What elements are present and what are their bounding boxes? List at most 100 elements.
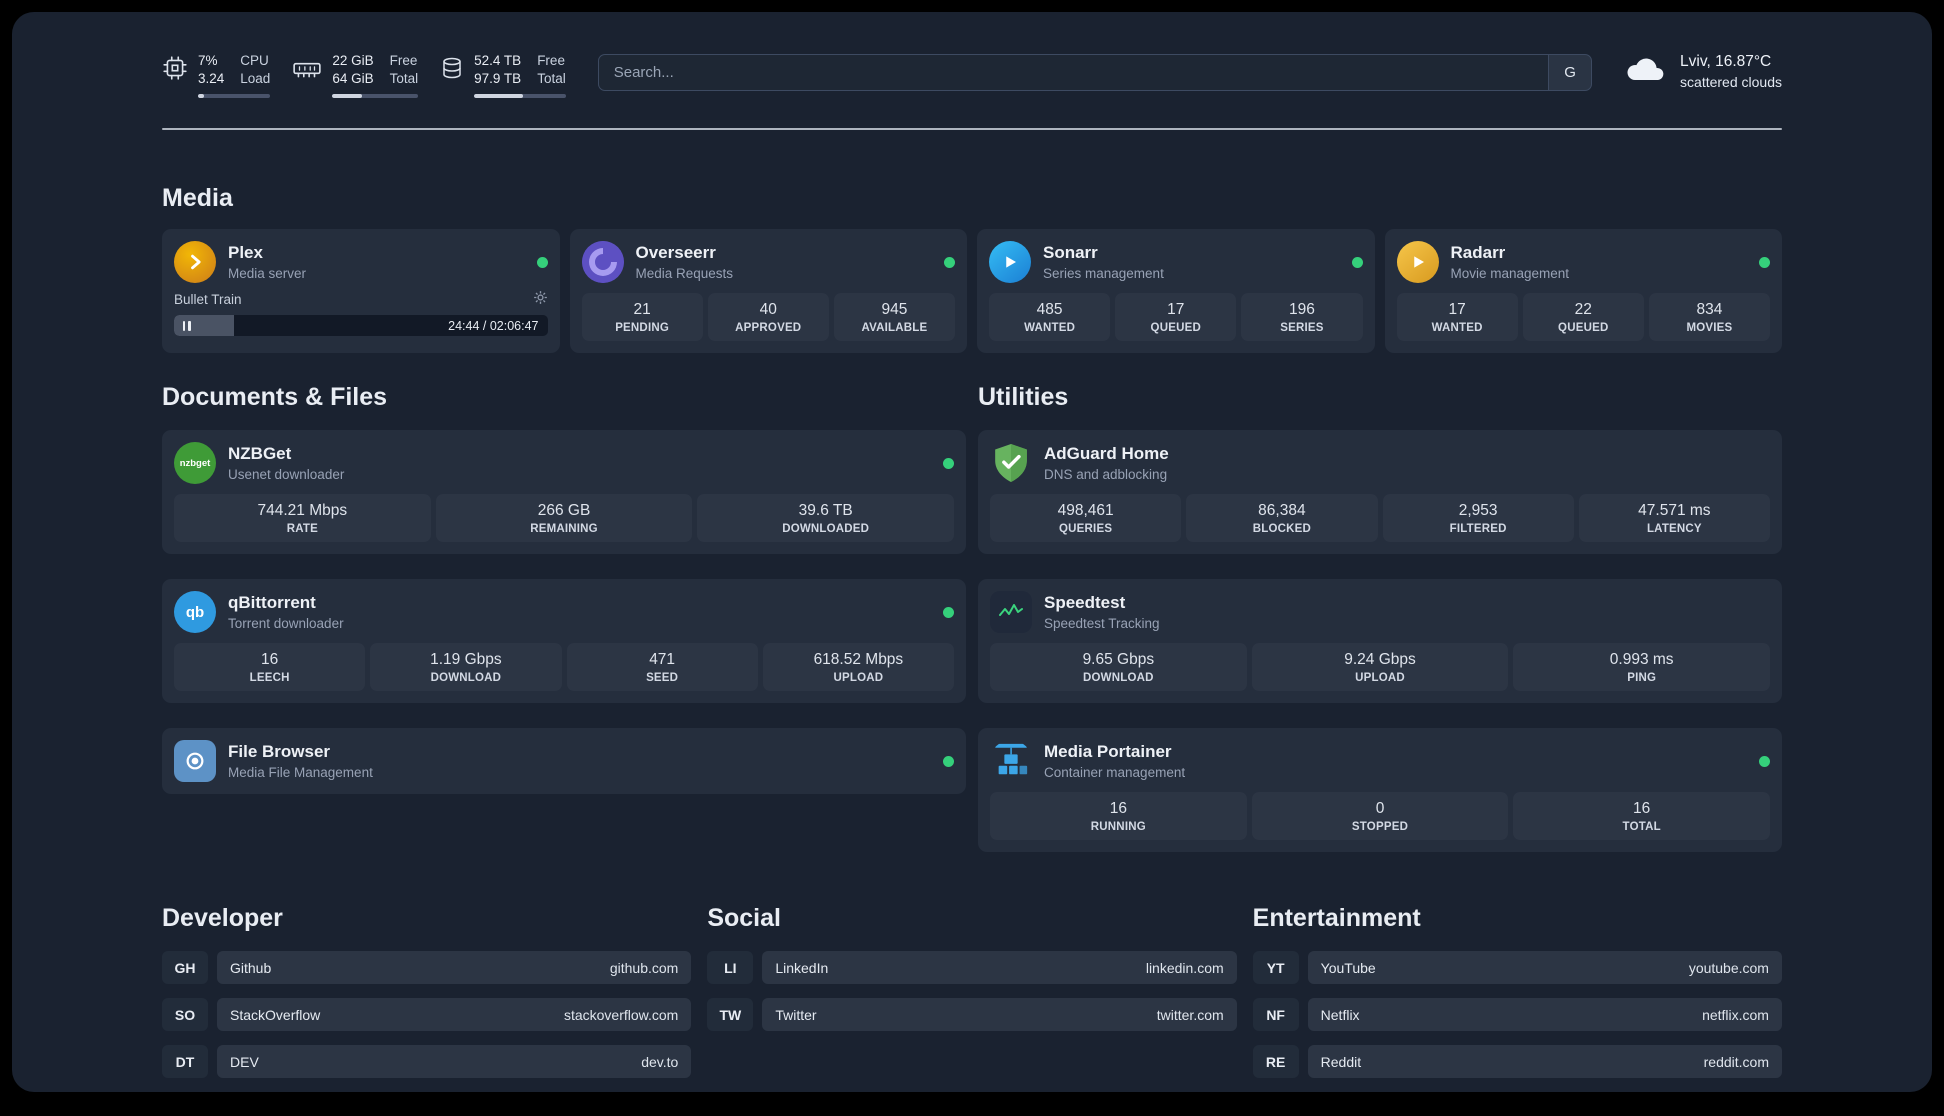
search-provider-button[interactable]: G (1548, 54, 1593, 91)
status-dot (944, 256, 955, 268)
bookmark-twitter[interactable]: TW Twitter twitter.com (707, 998, 1237, 1032)
disk-free-label: Free (537, 53, 565, 68)
stat-tile: 9.24 Gbps UPLOAD (1251, 643, 1509, 692)
card-filebrowser[interactable]: File Browser Media File Management (162, 728, 966, 795)
ram-icon (292, 55, 322, 98)
card-title: Overseerr (635, 243, 716, 263)
stat-label: LEECH (249, 672, 290, 685)
bookmark-domain: stackoverflow.com (563, 1006, 679, 1023)
weather-widget: Lviv, 16.87°C scattered clouds (1622, 53, 1782, 90)
section-title-developer: Developer (162, 904, 283, 933)
bookmark-abbr-badge: DT (162, 1045, 208, 1079)
stat-value: 9.24 Gbps (1344, 651, 1416, 669)
bookmark-abbr-badge: GH (162, 951, 208, 985)
bookmark-netflix[interactable]: NF Netflix netflix.com (1252, 998, 1782, 1032)
bookmark-abbr-badge: NF (1252, 998, 1299, 1032)
bookmark-dev[interactable]: DT DEV dev.to (162, 1045, 692, 1079)
bookmark-name: LinkedIn (775, 959, 829, 976)
bookmark-name: Reddit (1320, 1053, 1362, 1070)
bookmark-name: Github (230, 959, 272, 976)
stat-label: SEED (646, 672, 679, 685)
stat-value: 22 (1574, 301, 1592, 319)
stat-value: 86,384 (1258, 502, 1306, 520)
disk-total-label: Total (537, 71, 566, 87)
card-adguard[interactable]: AdGuard Home DNS and adblocking 498,461 … (978, 430, 1782, 555)
ram-progress-bar (332, 94, 419, 99)
qbittorrent-icon: qb (174, 591, 216, 634)
card-subtitle: Usenet downloader (228, 467, 345, 483)
cloud-icon (1622, 53, 1668, 90)
stat-tile: 196 SERIES (1241, 293, 1363, 342)
stat-tile: 16 LEECH (174, 643, 366, 692)
bookmark-youtube[interactable]: YT YouTube youtube.com (1252, 951, 1782, 985)
cpu-load: 3.24 (198, 71, 225, 87)
stat-tile: 86,384 BLOCKED (1186, 494, 1378, 543)
stat-label: RUNNING (1090, 821, 1146, 834)
bookmark-domain: youtube.com (1688, 959, 1769, 976)
ram-metric: 22 GiB 64 GiB Free Total (292, 52, 419, 99)
stat-tile: 945 AVAILABLE (833, 293, 956, 342)
stat-label: UPLOAD (833, 672, 884, 685)
stat-value: 17 (1167, 301, 1185, 319)
stat-label: REMAINING (530, 523, 598, 536)
stat-tile: 22 QUEUED (1522, 293, 1644, 342)
card-radarr[interactable]: Radarr Movie management 17 WANTED 22 QUE… (1384, 229, 1782, 354)
bookmarks-social: Social LI LinkedIn linkedin.com TW Twitt… (707, 904, 1237, 1092)
bookmark-stackoverflow[interactable]: SO StackOverflow stackoverflow.com (162, 998, 692, 1032)
plex-icon (174, 241, 216, 284)
stat-label: AVAILABLE (861, 322, 928, 335)
bookmark-reddit[interactable]: RE Reddit reddit.com (1252, 1045, 1782, 1079)
status-dot (1351, 256, 1363, 268)
bookmark-linkedin[interactable]: LI LinkedIn linkedin.com (707, 951, 1237, 985)
bookmark-domain: twitter.com (1156, 1006, 1224, 1023)
card-nzbget[interactable]: nzbget NZBGet Usenet downloader 744.21 M… (162, 430, 966, 555)
card-qbittorrent[interactable]: qb qBittorrent Torrent downloader 16 LEE… (162, 579, 966, 704)
stat-value: 39.6 TB (798, 502, 853, 520)
stat-label: STOPPED (1351, 821, 1409, 834)
stat-label: RATE (286, 523, 318, 536)
bookmark-name: Twitter (775, 1006, 817, 1023)
status-dot (943, 457, 954, 469)
stat-tile: 40 APPROVED (707, 293, 829, 342)
stat-label: WANTED (1431, 322, 1483, 335)
pause-icon[interactable] (181, 320, 192, 331)
stat-tile: 485 WANTED (989, 293, 1111, 342)
bookmark-domain: linkedin.com (1145, 959, 1224, 976)
cpu-load-label: Load (240, 71, 271, 87)
utilities-column: Utilities AdGuard Home DNS and adblockin… (978, 383, 1782, 853)
gear-icon[interactable] (533, 290, 548, 308)
stat-label: DOWNLOADED (782, 523, 870, 536)
dashboard-page: 7% 3.24 CPU Load 22 GiB 64 GiB Free Tota… (12, 12, 1932, 1092)
bookmark-abbr-badge: LI (707, 951, 754, 985)
card-subtitle: Movie management (1450, 266, 1570, 282)
media-grid: Plex Media server Bullet Train 24:44 / 0… (162, 229, 1782, 354)
card-overseerr[interactable]: Overseerr Media Requests 21 PENDING 40 A… (569, 229, 967, 354)
stat-value: 16 (261, 651, 279, 669)
search-input[interactable] (597, 54, 1549, 91)
bookmark-abbr-badge: SO (162, 998, 208, 1032)
stat-label: QUEUED (1150, 322, 1201, 335)
documents-column: Documents & Files nzbget NZBGet Usenet d… (162, 383, 966, 852)
weather-condition: scattered clouds (1680, 74, 1782, 90)
card-speedtest[interactable]: Speedtest Speedtest Tracking 9.65 Gbps D… (978, 579, 1782, 704)
bookmark-name: YouTube (1320, 959, 1376, 976)
card-sonarr[interactable]: Sonarr Series management 485 WANTED 17 Q… (977, 229, 1375, 354)
card-title: AdGuard Home (1044, 444, 1169, 464)
top-bar: 7% 3.24 CPU Load 22 GiB 64 GiB Free Tota… (162, 12, 1782, 99)
status-dot (1759, 755, 1770, 767)
playback-progress-bar[interactable]: 24:44 / 02:06:47 (174, 315, 548, 337)
stat-value: 16 (1109, 800, 1127, 818)
stat-tile: 17 WANTED (1396, 293, 1518, 342)
card-title: Sonarr (1043, 243, 1098, 263)
card-title: qBittorrent (228, 593, 316, 613)
stat-tile: 0 STOPPED (1251, 792, 1509, 841)
stat-value: 1.19 Gbps (430, 651, 502, 669)
bookmark-github[interactable]: GH Github github.com (162, 951, 692, 985)
disk-progress-bar (474, 94, 566, 99)
card-plex[interactable]: Plex Media server Bullet Train 24:44 / 0… (162, 229, 560, 354)
card-title: Radarr (1450, 243, 1506, 263)
stat-value: 0.993 ms (1609, 651, 1674, 669)
bookmark-domain: dev.to (641, 1053, 679, 1070)
card-portainer[interactable]: Media Portainer Container management 16 … (978, 728, 1782, 853)
cpu-icon (162, 55, 188, 98)
